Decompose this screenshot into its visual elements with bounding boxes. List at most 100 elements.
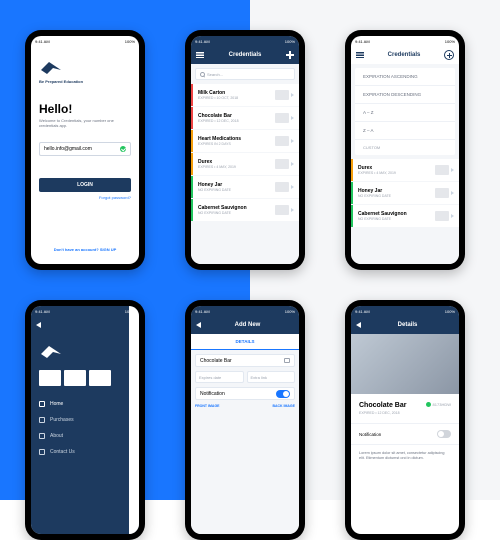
recent-cards — [39, 370, 131, 386]
tab-details[interactable]: DETAILS — [191, 334, 299, 350]
expires-field[interactable]: Expires date — [195, 371, 244, 383]
sort-option[interactable]: Z – A — [355, 122, 455, 140]
notification-row: Notification — [351, 423, 459, 444]
status-dot-icon — [426, 402, 431, 407]
chevron-right-icon — [291, 162, 294, 166]
hello-sub: Welcome to Credentials, your number one … — [39, 118, 131, 128]
header-title: Details — [398, 322, 418, 328]
phone-addnew: 9:41 AM 100% Add New DETAILS Chocolate B… — [185, 300, 305, 540]
chevron-right-icon — [291, 93, 294, 97]
list-item[interactable]: Milk CartonEXPIRED • 10 OCT, 2018 — [191, 84, 299, 106]
list-item[interactable]: Honey JarNO EXPIRING DATE — [351, 182, 459, 204]
nav-contact-us[interactable]: Contact Us — [31, 444, 139, 460]
email-value: hello.info@gmail.com — [44, 146, 92, 152]
phone-sort: 9:41 AM 100% Credentials EXPIRATION ASCE… — [345, 30, 465, 270]
camera-icon[interactable] — [284, 358, 290, 363]
chevron-right-icon — [291, 185, 294, 189]
back-icon[interactable] — [36, 322, 41, 328]
nav-icon — [39, 433, 45, 439]
statusbar: 9:41 AM 100% — [351, 36, 459, 46]
chevron-right-icon — [291, 116, 294, 120]
chevron-right-icon — [291, 208, 294, 212]
chevron-right-icon — [451, 214, 454, 218]
email-field[interactable]: hello.info@gmail.com — [39, 142, 131, 156]
nav-about[interactable]: About — [31, 428, 139, 444]
phone-details: 9:41 AM 100% Details 8173HDW Chocolate B… — [345, 300, 465, 540]
header: Details — [351, 316, 459, 334]
list-item[interactable]: DurexEXPIRES • 4 MAY, 2019 — [191, 153, 299, 175]
header — [31, 316, 139, 334]
item-thumb — [435, 165, 449, 175]
forgot-link[interactable]: Forgot password? — [39, 195, 131, 200]
card-thumb[interactable] — [89, 370, 111, 386]
list-item[interactable]: Cabernet SauvignonNO EXPIRING DATE — [351, 205, 459, 227]
item-thumb — [435, 188, 449, 198]
description: Lorem ipsum dolor sit amet, consectetur … — [351, 444, 459, 468]
phone-drawer: 9:41 AM 100% Home Purchases About — [25, 300, 145, 540]
item-thumb — [435, 211, 449, 221]
nav-home[interactable]: Home — [31, 396, 139, 412]
nav-icon — [39, 449, 45, 455]
header: Credentials — [351, 46, 459, 64]
chevron-right-icon — [291, 139, 294, 143]
statusbar: 9:41 AM 100% — [191, 36, 299, 46]
header: Credentials — [191, 46, 299, 64]
back-image-label[interactable]: BACK IMAGE — [272, 404, 295, 408]
header-title: Credentials — [229, 52, 262, 58]
nav-purchases[interactable]: Purchases — [31, 412, 139, 428]
statusbar: 9:41 AM 100% — [31, 36, 139, 46]
sort-option[interactable]: EXPIRATION ASCENDING — [355, 68, 455, 86]
item-thumb — [275, 90, 289, 100]
front-image-label[interactable]: FRONT IMAGE — [195, 404, 220, 408]
add-icon[interactable] — [444, 50, 454, 60]
statusbar: 9:41 AM 100% — [191, 306, 299, 316]
item-thumb — [275, 205, 289, 215]
list-item[interactable]: Cabernet SauvignonNO EXPIRING DATE — [191, 199, 299, 221]
phone-login: 9:41 AM 100% Be Prepared Education Hello… — [25, 30, 145, 270]
menu-icon[interactable] — [196, 52, 204, 58]
back-icon[interactable] — [196, 322, 201, 328]
signup-link[interactable]: SIGN UP — [100, 247, 116, 252]
brand-logo — [39, 58, 63, 76]
search-icon — [200, 72, 205, 77]
nav-icon — [39, 417, 45, 423]
header-title: Add New — [235, 322, 261, 328]
phone-credentials: 9:41 AM 100% Credentials Search... Milk … — [185, 30, 305, 270]
product-code: 8173HDW — [426, 402, 451, 407]
notification-toggle[interactable] — [437, 430, 451, 438]
notification-row: Notification — [195, 387, 295, 400]
card-thumb[interactable] — [39, 370, 61, 386]
brand-text: Be Prepared Education — [39, 79, 131, 84]
sort-custom-label: CUSTOM — [355, 140, 455, 155]
search-input[interactable]: Search... — [195, 68, 295, 80]
product-field[interactable]: Chocolate Bar — [195, 354, 295, 367]
list-item[interactable]: Chocolate BarEXPIRED • 12 DEC, 2018 — [191, 107, 299, 129]
nav-icon — [39, 401, 45, 407]
hello-heading: Hello! — [39, 102, 131, 116]
sort-option[interactable]: A – Z — [355, 104, 455, 122]
statusbar: 9:41 AM 100% — [31, 306, 139, 316]
link-field[interactable]: Extra link — [247, 371, 296, 383]
check-icon — [120, 146, 126, 152]
login-button[interactable]: LOGIN — [39, 178, 131, 192]
notification-toggle[interactable] — [276, 390, 290, 398]
add-icon[interactable] — [286, 51, 294, 59]
hero-image — [351, 334, 459, 394]
item-thumb — [275, 159, 289, 169]
statusbar: 9:41 AM 100% — [351, 306, 459, 316]
list-item[interactable]: Heart MedicationsEXPIRES IN 2 DAYS — [191, 130, 299, 152]
status-time: 9:41 AM — [35, 39, 50, 44]
header-title: Credentials — [388, 52, 421, 58]
back-icon[interactable] — [356, 322, 361, 328]
chevron-right-icon — [451, 168, 454, 172]
item-thumb — [275, 113, 289, 123]
item-thumb — [275, 136, 289, 146]
list-item[interactable]: Honey JarNO EXPIRING DATE — [191, 176, 299, 198]
menu-icon[interactable] — [356, 52, 364, 58]
card-thumb[interactable] — [64, 370, 86, 386]
status-batt: 100% — [125, 39, 135, 44]
header: Add New — [191, 316, 299, 334]
sort-option[interactable]: EXPIRATION DESCENDING — [355, 86, 455, 104]
list-item[interactable]: DurexEXPIRES • 4 MAY, 2019 — [351, 159, 459, 181]
chevron-right-icon — [451, 191, 454, 195]
